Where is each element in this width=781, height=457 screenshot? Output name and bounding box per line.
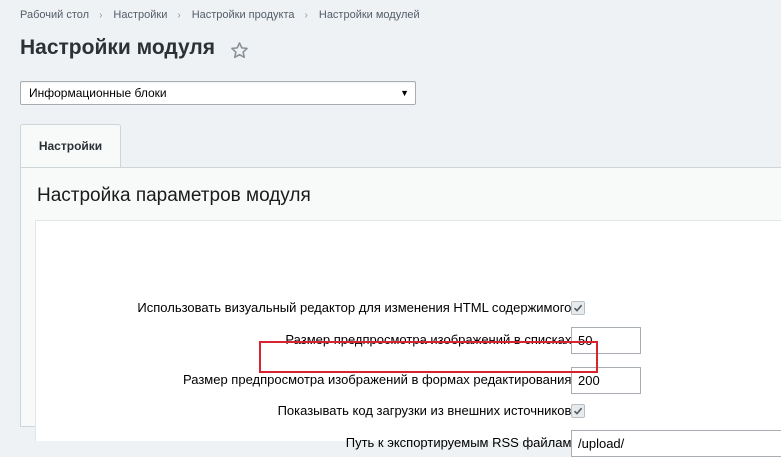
form-row-rss-path: Путь к экспортируемым RSS файлам: [36, 429, 781, 457]
page-title: Настройки модуля [20, 36, 216, 59]
breadcrumb-item-desktop[interactable]: Рабочий стол [20, 9, 89, 21]
highlight-annotation [259, 341, 598, 373]
field-label: Показывать код загрузки из внешних источ… [277, 403, 575, 418]
field-label: Использовать визуальный редактор для изм… [137, 300, 575, 315]
breadcrumb-item-product-settings[interactable]: Настройки продукта [192, 9, 295, 21]
checkmark-icon [573, 304, 583, 312]
breadcrumb-separator: › [304, 10, 308, 21]
checkmark-icon [573, 407, 583, 415]
form-row-external-load-code: Показывать код загрузки из внешних источ… [36, 397, 781, 425]
breadcrumb-separator: › [177, 10, 181, 21]
star-icon[interactable] [230, 41, 249, 60]
form-row-visual-editor: Использовать визуальный редактор для изм… [36, 294, 781, 322]
breadcrumb-item-settings[interactable]: Настройки [113, 9, 167, 21]
rss-path-input[interactable] [571, 430, 781, 457]
external-load-code-checkbox[interactable] [571, 404, 585, 418]
module-select[interactable]: Информационные блоки ▼ [20, 81, 416, 105]
panel-heading: Настройка параметров модуля [37, 185, 311, 206]
breadcrumb-separator: › [99, 10, 103, 21]
breadcrumb: Рабочий стол › Настройки › Настройки продукт… [20, 9, 420, 21]
visual-editor-checkbox[interactable] [571, 301, 585, 315]
breadcrumb-item-module-settings[interactable]: Настройки модулей [319, 9, 420, 21]
module-select-value: Информационные блоки [29, 86, 167, 100]
settings-form: Использовать визуальный редактор для изм… [35, 220, 781, 457]
chevron-down-icon: ▼ [400, 88, 409, 98]
tab-settings[interactable]: Настройки [20, 124, 121, 168]
settings-panel: Настройка параметров модуля Использовать… [20, 167, 781, 457]
field-label: Путь к экспортируемым RSS файлам: [345, 435, 575, 450]
